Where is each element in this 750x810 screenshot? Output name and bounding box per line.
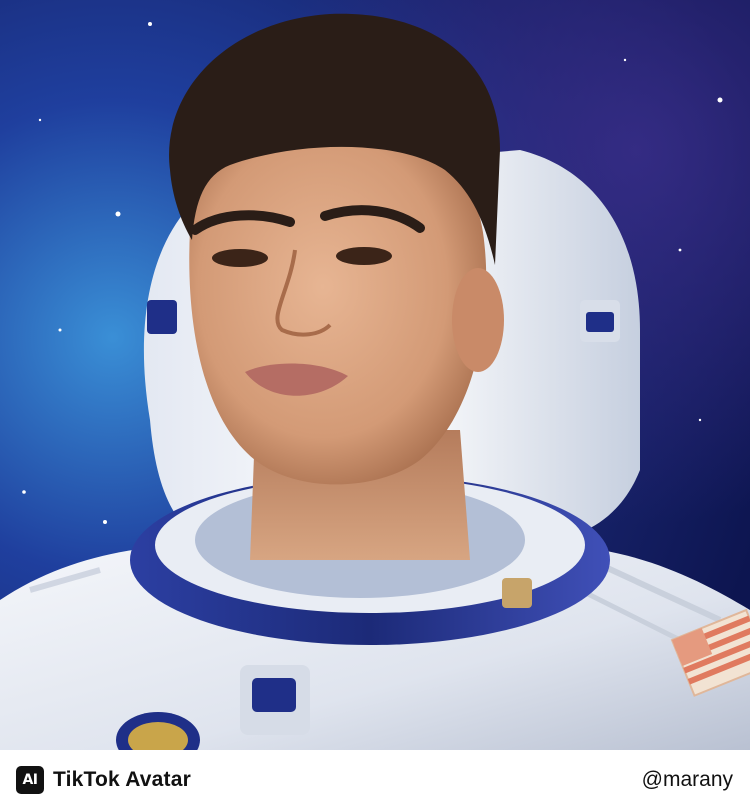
user-handle: @marany xyxy=(641,768,733,791)
brand-lockup: AI TikTok Avatar xyxy=(16,766,191,794)
avatar-share-card: AI TikTok Avatar @marany xyxy=(0,0,750,810)
ai-badge-icon: AI xyxy=(16,766,44,794)
brand-name: TikTok Avatar xyxy=(53,768,191,791)
footer-bar: AI TikTok Avatar @marany xyxy=(0,750,750,810)
avatar-artwork xyxy=(0,0,750,750)
astronaut-portrait-image xyxy=(0,0,750,750)
